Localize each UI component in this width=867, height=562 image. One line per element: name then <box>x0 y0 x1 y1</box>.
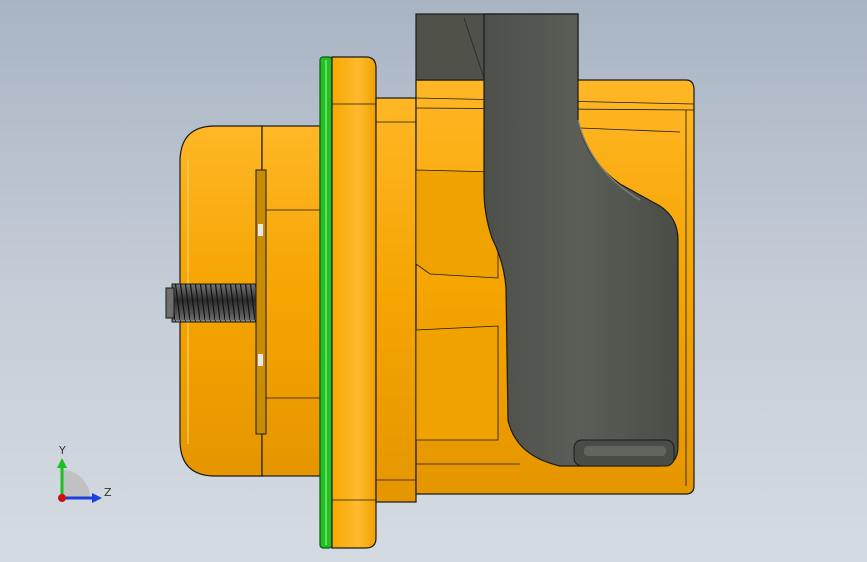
housing-neck[interactable] <box>375 97 417 503</box>
rear-body[interactable] <box>255 125 321 477</box>
triad-origin <box>58 494 66 502</box>
y-axis-label: Y <box>58 444 66 457</box>
graphics-viewport[interactable]: Y Z <box>0 0 867 562</box>
y-axis-arrow-icon <box>57 458 67 468</box>
threaded-screw[interactable] <box>165 283 259 323</box>
coordinate-triad: Y Z <box>57 444 112 503</box>
cad-model-view[interactable]: Y Z <box>0 0 867 562</box>
mounting-flange[interactable] <box>331 56 377 549</box>
z-axis-arrow-icon <box>92 493 102 503</box>
z-axis-label: Z <box>104 486 112 499</box>
green-gasket[interactable] <box>319 56 333 549</box>
